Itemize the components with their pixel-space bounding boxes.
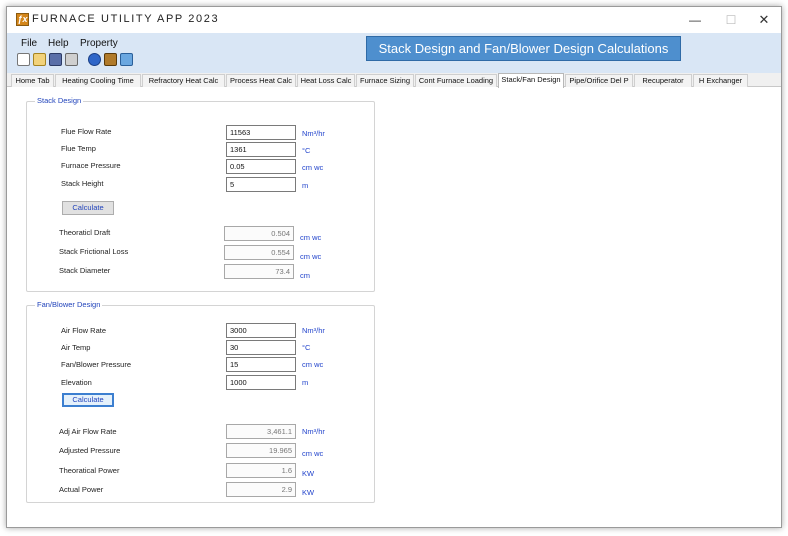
stack-calculate-button[interactable]: Calculate	[62, 201, 114, 215]
flue-temp-label: Flue Temp	[61, 144, 96, 153]
furnace-pressure-unit: cm wc	[302, 163, 324, 172]
adjusted-pressure-label: Adjusted Pressure	[59, 446, 121, 455]
stack-frictional-loss-unit: cm wc	[300, 252, 322, 261]
flue-flow-rate-label: Flue Flow Rate	[61, 127, 112, 136]
adjusted-pressure-output	[226, 443, 296, 458]
adj-air-flow-rate-output	[226, 424, 296, 439]
tools-icon[interactable]	[104, 53, 117, 66]
tab-pipe-orifice-del-p[interactable]: Pipe/Orifice Del P	[565, 74, 633, 87]
stack-frictional-loss-label: Stack Frictional Loss	[59, 247, 129, 256]
air-temp-label: Air Temp	[61, 343, 91, 352]
stack-diameter-unit: cm	[300, 271, 310, 280]
fan-blower-design-group: Fan/Blower Design Air Flow Rate Nm³/hr A…	[26, 300, 375, 503]
new-icon[interactable]	[17, 53, 30, 66]
stack-design-group: Stack Design Flue Flow Rate Nm³/hr Flue …	[26, 96, 375, 292]
actual-power-output	[226, 482, 296, 497]
flue-flow-rate-unit: Nm³/hr	[302, 129, 325, 138]
open-icon[interactable]	[33, 53, 46, 66]
stack-design-title: Stack Design	[35, 96, 84, 105]
tab-heat-loss-calc[interactable]: Heat Loss Calc	[297, 74, 355, 87]
menu-help[interactable]: Help	[48, 38, 69, 49]
theoretical-draft-label: Theoraticl Draft	[59, 228, 111, 237]
fan-blower-design-title: Fan/Blower Design	[35, 300, 103, 309]
tab-process-heat-calc[interactable]: Process Heat Calc	[226, 74, 296, 87]
stack-frictional-loss-output	[224, 245, 294, 260]
theoretical-draft-output	[224, 226, 294, 241]
elevation-label: Elevation	[61, 378, 92, 387]
title-bar: ƒx FURNACE UTILITY APP 2023 — ☐ ✕	[7, 7, 781, 33]
tab-recuperator[interactable]: Recuperator	[634, 74, 692, 87]
page-banner: Stack Design and Fan/Blower Design Calcu…	[366, 36, 681, 61]
menu-file[interactable]: File	[21, 38, 37, 49]
furnace-pressure-label: Furnace Pressure	[61, 161, 121, 170]
fan-blower-pressure-unit: cm wc	[302, 360, 324, 369]
flue-temp-input[interactable]	[226, 142, 296, 157]
fan-blower-pressure-label: Fan/Blower Pressure	[61, 360, 132, 369]
theoretical-power-unit: KW	[302, 469, 315, 478]
tab-stack-fan-design[interactable]: Stack/Fan Design	[498, 73, 564, 88]
air-flow-rate-input[interactable]	[226, 323, 296, 338]
stack-height-input[interactable]	[226, 177, 296, 192]
theoretical-draft-unit: cm wc	[300, 233, 322, 242]
menu-property[interactable]: Property	[80, 38, 118, 49]
air-temp-unit: °C	[302, 343, 311, 352]
adjusted-pressure-unit: cm wc	[302, 449, 324, 458]
theoretical-power-output	[226, 463, 296, 478]
theoretical-power-label: Theoratical Power	[59, 466, 120, 475]
tab-heating-cooling-time[interactable]: Heating Cooling Time	[55, 74, 141, 87]
print-icon[interactable]	[65, 53, 78, 66]
app-window: ƒx FURNACE UTILITY APP 2023 — ☐ ✕ File H…	[6, 6, 782, 528]
app-title: FURNACE UTILITY APP 2023	[32, 13, 220, 25]
fan-blower-pressure-input[interactable]	[226, 357, 296, 372]
adj-air-flow-rate-label: Adj Air Flow Rate	[59, 427, 117, 436]
tab-h-exchanger[interactable]: H Exchanger	[693, 74, 748, 87]
stack-height-unit: m	[302, 181, 309, 190]
tab-cont-furnace-loading[interactable]: Cont Furnace Loading	[415, 74, 497, 87]
stack-diameter-output	[224, 264, 294, 279]
air-flow-rate-unit: Nm³/hr	[302, 326, 325, 335]
actual-power-unit: KW	[302, 488, 315, 497]
tab-refractory-heat-calc[interactable]: Refractory Heat Calc	[142, 74, 225, 87]
elevation-input[interactable]	[226, 375, 296, 390]
tab-content: Stack Design Flue Flow Rate Nm³/hr Flue …	[7, 88, 781, 527]
maximize-button[interactable]: ☐	[721, 11, 741, 29]
app-logo-icon: ƒx	[16, 13, 29, 26]
close-button[interactable]: ✕	[754, 11, 774, 29]
air-flow-rate-label: Air Flow Rate	[61, 326, 107, 335]
save-icon[interactable]	[49, 53, 62, 66]
help-icon[interactable]	[88, 53, 101, 66]
tab-strip: Home Tab Heating Cooling Time Refractory…	[7, 73, 781, 88]
adj-air-flow-rate-unit: Nm³/hr	[302, 427, 325, 436]
fan-calculate-button[interactable]: Calculate	[62, 393, 114, 407]
stack-diameter-label: Stack Diameter	[59, 266, 111, 275]
tab-furnace-sizing[interactable]: Furnace Sizing	[356, 74, 414, 87]
flue-flow-rate-input[interactable]	[226, 125, 296, 140]
stack-height-label: Stack Height	[61, 179, 104, 188]
furnace-pressure-input[interactable]	[226, 159, 296, 174]
minimize-button[interactable]: —	[685, 11, 705, 29]
flue-temp-unit: °C	[302, 146, 311, 155]
menu-bar: File Help Property Stack Design and Fan/…	[7, 33, 781, 73]
actual-power-label: Actual Power	[59, 485, 104, 494]
document-icon[interactable]	[120, 53, 133, 66]
elevation-unit: m	[302, 378, 309, 387]
tab-home[interactable]: Home Tab	[11, 74, 54, 87]
air-temp-input[interactable]	[226, 340, 296, 355]
